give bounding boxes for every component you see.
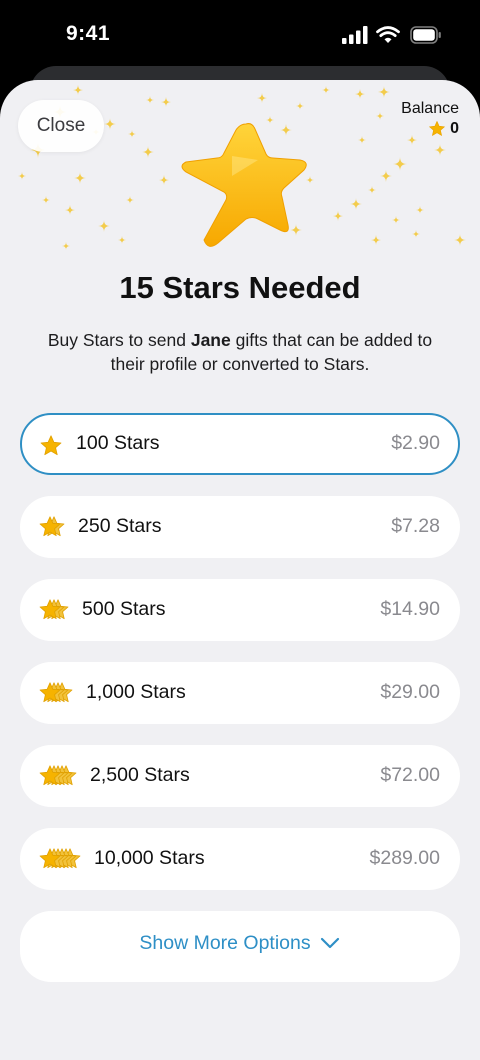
- subtitle: Buy Stars to send Jane gifts that can be…: [47, 330, 433, 374]
- star-option-price: $29.00: [380, 681, 440, 703]
- star-option[interactable]: 250 Stars $7.28: [20, 496, 460, 558]
- star-option-price: $14.90: [380, 598, 440, 620]
- star-option-label: 500 Stars: [82, 598, 166, 620]
- star-stack-icon: [40, 435, 62, 456]
- star-option[interactable]: 1,000 Stars $29.00: [20, 662, 460, 724]
- star-stack-icon: [39, 516, 65, 537]
- star-option[interactable]: 2,500 Stars $72.00: [20, 745, 460, 807]
- page-title: 15 Stars Needed: [119, 270, 361, 305]
- star-option[interactable]: 10,000 Stars $289.00: [20, 828, 460, 890]
- balance-value: 0: [450, 120, 459, 137]
- star-option[interactable]: 100 Stars $2.90: [20, 413, 460, 475]
- star-stack-icon: [39, 599, 69, 620]
- show-more-button[interactable]: Show More Options: [20, 912, 460, 982]
- balance: Balance 0: [401, 100, 459, 138]
- status-bar: 9:41: [0, 0, 480, 70]
- star-stack-icon: [39, 848, 81, 869]
- show-more-label: Show More Options: [139, 932, 311, 954]
- stars-hero-icon: [181, 123, 307, 247]
- star-stack-icon: [39, 765, 77, 786]
- star-option-label: 250 Stars: [78, 515, 162, 537]
- battery-icon: [410, 26, 441, 44]
- recipient-name: Jane: [190, 330, 231, 350]
- chevron-down-icon: [320, 937, 339, 949]
- star-icon: [429, 121, 445, 136]
- star-stack-icon: [39, 682, 73, 703]
- star-option-price: $72.00: [380, 764, 440, 786]
- star-option-label: 10,000 Stars: [94, 847, 205, 869]
- close-button[interactable]: Close: [18, 100, 104, 152]
- star-option[interactable]: 500 Stars $14.90: [20, 579, 460, 641]
- star-option-label: 1,000 Stars: [86, 681, 186, 703]
- status-time: 9:41: [66, 22, 111, 45]
- star-option-price: $289.00: [369, 847, 441, 869]
- signal-icon: [342, 26, 368, 44]
- wifi-icon: [376, 26, 400, 43]
- star-option-label: 2,500 Stars: [90, 764, 190, 786]
- star-option-price: $7.28: [391, 515, 440, 537]
- star-option-label: 100 Stars: [76, 432, 160, 454]
- star-option-price: $2.90: [391, 432, 440, 454]
- balance-label: Balance: [401, 100, 459, 117]
